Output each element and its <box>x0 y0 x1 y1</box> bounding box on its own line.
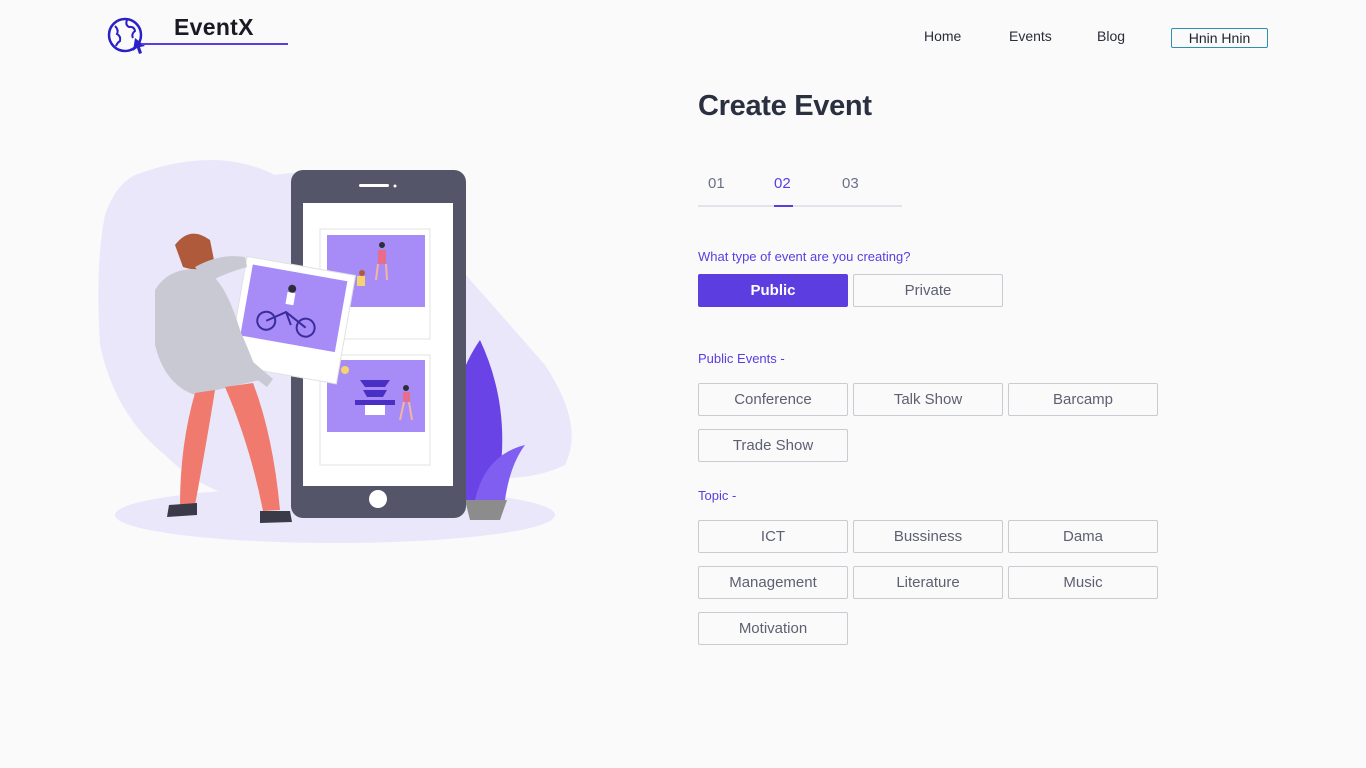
topic-ict-button[interactable]: ICT <box>698 520 848 553</box>
topic-literature-button[interactable]: Literature <box>853 566 1003 599</box>
active-step-indicator <box>774 205 793 207</box>
event-barcamp-button[interactable]: Barcamp <box>1008 383 1158 416</box>
step-tab-01[interactable]: 01 <box>708 175 725 192</box>
user-account-button[interactable]: Hnin Hnin <box>1171 28 1268 48</box>
page-title: Create Event <box>698 90 872 122</box>
public-events-label: Public Events - <box>698 351 785 366</box>
hero-illustration <box>98 160 572 543</box>
topic-music-button[interactable]: Music <box>1008 566 1158 599</box>
step-tab-03[interactable]: 03 <box>842 175 859 192</box>
step-tab-02[interactable]: 02 <box>774 175 791 192</box>
event-talk-show-button[interactable]: Talk Show <box>853 383 1003 416</box>
topic-label: Topic - <box>698 488 737 503</box>
nav-home-link[interactable]: Home <box>924 27 961 45</box>
type-private-button[interactable]: Private <box>853 274 1003 307</box>
nav-blog-link[interactable]: Blog <box>1097 27 1125 45</box>
main-nav: Home Events Blog <box>0 27 1366 49</box>
event-conference-button[interactable]: Conference <box>698 383 848 416</box>
topic-bussiness-button[interactable]: Bussiness <box>853 520 1003 553</box>
nav-events-link[interactable]: Events <box>1009 27 1052 45</box>
steps-track <box>698 205 902 207</box>
topic-dama-button[interactable]: Dama <box>1008 520 1158 553</box>
type-public-button[interactable]: Public <box>698 274 848 307</box>
topic-management-button[interactable]: Management <box>698 566 848 599</box>
step-tabs: 01 02 03 <box>698 172 902 208</box>
event-type-question: What type of event are you creating? <box>698 249 911 264</box>
event-trade-show-button[interactable]: Trade Show <box>698 429 848 462</box>
topic-motivation-button[interactable]: Motivation <box>698 612 848 645</box>
